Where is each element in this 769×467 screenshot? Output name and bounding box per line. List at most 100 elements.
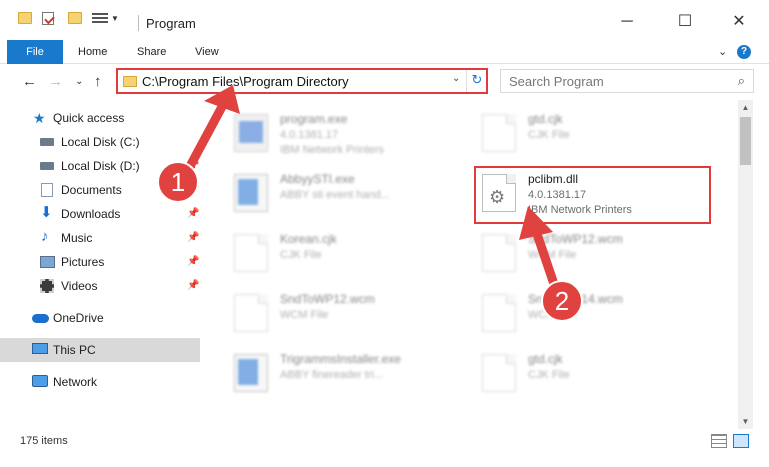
customize-view-icon[interactable] <box>92 12 108 24</box>
pictures-icon <box>40 256 55 268</box>
file-description: ABBY finereader tri... <box>280 369 384 381</box>
forward-button[interactable]: → <box>48 73 63 90</box>
sidebar-item-label: This PC <box>53 343 96 357</box>
pin-icon[interactable]: 📌 <box>187 160 199 171</box>
file-name: AbbyySTI.exe <box>280 172 355 186</box>
maximize-button[interactable]: ☐ <box>668 8 702 36</box>
sidebar-item-local-disk-c[interactable]: Local Disk (C:) <box>0 130 200 154</box>
file-item[interactable]: program.exe 4.0.1381.17 IBM Network Prin… <box>224 106 464 160</box>
scroll-down-icon[interactable]: ▼ <box>738 414 753 429</box>
details-view-icon[interactable] <box>711 434 727 448</box>
document-icon <box>482 234 516 272</box>
file-name: gtd.cjk <box>528 352 563 366</box>
file-item[interactable]: AbbyySTI.exe ABBY sti event hand... <box>224 166 464 220</box>
title-divider <box>138 15 139 31</box>
navigation-pane: ★ Quick access Local Disk (C:) Local Dis… <box>0 100 210 429</box>
sidebar-item-label: Quick access <box>53 111 125 125</box>
tab-share[interactable]: Share <box>137 40 166 64</box>
scroll-thumb[interactable] <box>740 117 751 165</box>
tab-view[interactable]: View <box>195 40 219 64</box>
file-name: gtd.cjk <box>528 112 563 126</box>
pin-icon[interactable]: 📌 <box>187 280 199 291</box>
vertical-scrollbar[interactable]: ▲ ▼ <box>738 100 753 429</box>
file-list: program.exe 4.0.1381.17 IBM Network Prin… <box>210 100 738 429</box>
help-icon[interactable]: ? <box>737 45 751 59</box>
address-path[interactable]: C:\Program Files\Program Directory <box>142 74 349 89</box>
item-count: 175 items <box>20 435 68 447</box>
sidebar-item-local-disk-d[interactable]: Local Disk (D:) 📌 <box>0 154 200 178</box>
expand-ribbon-icon[interactable]: ⌄ <box>718 45 727 58</box>
close-button[interactable]: ✕ <box>722 8 756 36</box>
scroll-up-icon[interactable]: ▲ <box>738 100 753 115</box>
videos-icon <box>40 279 54 293</box>
network-icon <box>32 375 48 387</box>
highlight-box <box>474 166 711 224</box>
file-name: TrigrammsInstaller.exe <box>280 352 401 366</box>
large-icons-view-icon[interactable] <box>733 434 749 448</box>
documents-icon <box>41 183 53 197</box>
file-item[interactable]: SndToWP12.wcm WCM File <box>472 226 712 280</box>
properties-icon[interactable] <box>40 10 56 26</box>
new-folder-icon[interactable] <box>68 12 82 24</box>
back-button[interactable]: ← <box>22 73 37 90</box>
file-item[interactable]: gtd.cjk CJK File <box>472 346 712 400</box>
file-name: Korean.cjk <box>280 232 337 246</box>
sidebar-item-network[interactable]: Network <box>0 370 200 394</box>
file-version: 4.0.1381.17 <box>280 129 339 141</box>
pin-icon[interactable]: 📌 <box>187 184 199 195</box>
sidebar-item-pictures[interactable]: Pictures 📌 <box>0 250 200 274</box>
folder-icon <box>123 76 137 87</box>
refresh-icon[interactable]: ↻ <box>469 72 485 88</box>
sidebar-item-label: OneDrive <box>53 311 104 325</box>
minimize-button[interactable]: ─ <box>610 8 644 36</box>
sidebar-item-this-pc[interactable]: This PC <box>0 338 200 362</box>
file-type: WCM File <box>280 309 329 321</box>
search-icon[interactable]: ⌕ <box>738 73 745 89</box>
up-button[interactable]: ↑ <box>94 73 102 90</box>
pin-icon[interactable]: 📌 <box>187 208 199 219</box>
file-name: SndToWP12.wcm <box>280 292 375 306</box>
folder-icon[interactable] <box>18 12 32 24</box>
sidebar-item-documents[interactable]: Documents 📌 <box>0 178 200 202</box>
file-item[interactable]: Korean.cjk CJK File <box>224 226 464 280</box>
address-divider <box>466 70 467 92</box>
exe-icon <box>234 114 268 152</box>
document-icon <box>482 114 516 152</box>
ribbon-tabs: File Home Share View ⌄ ? <box>0 40 769 64</box>
sidebar-item-label: Local Disk (C:) <box>61 135 140 149</box>
document-icon <box>234 294 268 332</box>
sidebar-item-music[interactable]: ♪ Music 📌 <box>0 226 200 250</box>
file-name: program.exe <box>280 112 348 126</box>
search-box[interactable]: Search Program ⌕ <box>500 69 754 93</box>
star-icon: ★ <box>33 110 46 126</box>
tab-file[interactable]: File <box>7 40 63 64</box>
sidebar-item-videos[interactable]: Videos 📌 <box>0 274 200 298</box>
file-item[interactable]: SndToWP14.wcm WCM File <box>472 286 712 340</box>
drive-icon <box>40 162 54 170</box>
file-item[interactable]: gtd.cjk CJK File <box>472 106 712 160</box>
recent-locations-button[interactable]: ⌄ <box>75 76 83 87</box>
status-bar: 175 items <box>0 429 769 467</box>
cloud-icon <box>32 314 49 323</box>
sidebar-item-label: Music <box>61 231 93 245</box>
sidebar-item-quick-access[interactable]: ★ Quick access <box>0 106 200 130</box>
search-input[interactable]: Search Program <box>509 74 604 89</box>
address-dropdown-icon[interactable]: ⌄ <box>452 73 460 84</box>
file-company: IBM Network Printers <box>280 144 384 156</box>
file-description: ABBY sti event hand... <box>280 189 390 201</box>
tab-home[interactable]: Home <box>78 40 107 64</box>
address-bar[interactable]: C:\Program Files\Program Directory ⌄ ↻ <box>116 68 488 94</box>
sidebar-item-downloads[interactable]: ⬇ Downloads 📌 <box>0 202 200 226</box>
chevron-down-icon[interactable]: ▼ <box>111 14 119 23</box>
sidebar-item-label: Local Disk (D:) <box>61 159 140 173</box>
music-icon: ♪ <box>41 228 49 245</box>
pin-icon[interactable]: 📌 <box>187 232 199 243</box>
file-item[interactable]: SndToWP12.wcm WCM File <box>224 286 464 340</box>
window-icon <box>234 354 268 392</box>
file-name: SndToWP12.wcm <box>528 232 623 246</box>
file-type: CJK File <box>528 129 570 141</box>
pin-icon[interactable]: 📌 <box>187 256 199 267</box>
document-icon <box>482 294 516 332</box>
sidebar-item-onedrive[interactable]: OneDrive <box>0 306 200 330</box>
file-item[interactable]: TrigrammsInstaller.exe ABBY finereader t… <box>224 346 464 400</box>
